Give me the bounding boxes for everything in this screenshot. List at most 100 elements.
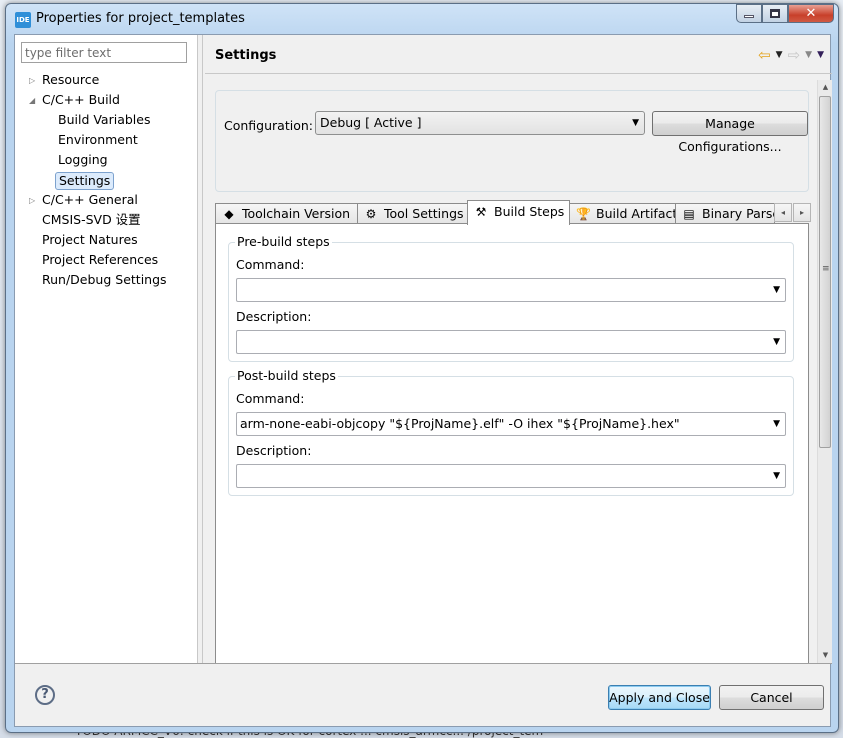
sidebar-item-label: Logging — [58, 152, 108, 167]
pre-build-description-input[interactable]: ▼ — [236, 330, 786, 354]
sidebar-item-cmsis-svd[interactable]: CMSIS-SVD 设置 — [15, 211, 198, 231]
pre-build-command-label: Command: — [236, 257, 305, 272]
title-bar[interactable]: IDE Properties for project_templates ✕ — [6, 4, 838, 34]
chevron-down-icon: ▼ — [632, 118, 639, 128]
tab-binary-parse[interactable]: ▤ Binary Parse — [675, 203, 775, 224]
post-build-description-input[interactable]: ▼ — [236, 464, 786, 488]
footer-separator — [15, 663, 832, 664]
tab-scroll-right-button[interactable]: ▸ — [793, 203, 811, 222]
sidebar-item-settings[interactable]: Settings — [15, 171, 198, 191]
sidebar-item-resource[interactable]: ▷ Resource — [15, 71, 198, 91]
post-build-title: Post-build steps — [235, 368, 338, 383]
dialog-client-area: ▷ Resource ◢ C/C++ Build Build Variables Envi… — [14, 34, 832, 727]
build-artifact-icon: 🏆 — [576, 207, 591, 221]
sidebar-item-project-natures[interactable]: Project Natures — [15, 231, 198, 251]
properties-dialog: IDE Properties for project_templates ✕ ▷… — [5, 3, 839, 733]
grip-icon: ≡ — [822, 264, 830, 274]
page-title: Settings — [215, 48, 277, 63]
sidebar-item-label: Environment — [58, 132, 138, 147]
view-menu-icon[interactable]: ▼ — [817, 50, 824, 60]
tab-build-artifact[interactable]: 🏆 Build Artifact — [569, 203, 676, 224]
maximize-icon — [770, 9, 780, 18]
sidebar-item-c-c-general[interactable]: ▷ C/C++ General — [15, 191, 198, 211]
tab-label: Tool Settings — [384, 206, 464, 221]
tab-build-steps[interactable]: ⚒ Build Steps — [467, 200, 570, 225]
sidebar-item-label: C/C++ General — [42, 192, 138, 207]
chevron-down-icon[interactable]: ▼ — [773, 465, 780, 487]
sidebar-item-label: Build Variables — [58, 112, 151, 127]
sidebar-item-environment[interactable]: Environment — [15, 131, 198, 151]
post-build-command-input[interactable]: arm-none-eabi-objcopy "${ProjName}.elf" … — [236, 412, 786, 436]
post-build-description-label: Description: — [236, 443, 312, 458]
pre-build-command-input[interactable]: ▼ — [236, 278, 786, 302]
close-button[interactable]: ✕ — [788, 4, 834, 23]
sidebar-item-label: Settings — [55, 172, 115, 190]
ide-app-icon: IDE — [15, 12, 31, 28]
vertical-scrollbar[interactable]: ▲ ≡ ▼ — [817, 80, 832, 663]
property-tree: ▷ Resource ◢ C/C++ Build Build Variables Envi… — [15, 71, 198, 291]
back-arrow-icon[interactable]: ⇦ — [758, 46, 771, 64]
title-separator — [205, 73, 832, 74]
help-icon[interactable]: ? — [35, 685, 55, 705]
minimize-icon — [744, 15, 754, 18]
tab-tool-settings[interactable]: ⚙ Tool Settings — [357, 203, 468, 224]
sidebar-item-logging[interactable]: Logging — [15, 151, 198, 171]
tab-label: Build Steps — [494, 204, 565, 219]
settings-content: Configuration: Debug [ Active ] ▼ Manage… — [205, 80, 814, 663]
settings-page: Settings ⇦ ▼ ⇨ ▼ ▼ Configuration: Debug … — [205, 35, 832, 663]
settings-tabs: ▤ Binary Parse 🏆 Build Artifact ⚒ Build Steps… — [215, 200, 811, 225]
chevron-down-icon[interactable]: ▼ — [773, 413, 780, 435]
minimize-button[interactable] — [736, 4, 762, 23]
close-icon: ✕ — [805, 6, 817, 21]
tree-expanded-icon[interactable]: ◢ — [29, 91, 35, 111]
build-steps-icon: ⚒ — [475, 205, 487, 219]
sidebar-item-label: Resource — [42, 72, 100, 87]
apply-and-close-button[interactable]: Apply and Close — [608, 685, 711, 710]
scroll-down-button[interactable]: ▼ — [818, 648, 833, 663]
forward-arrow-icon[interactable]: ⇨ — [788, 46, 801, 64]
tab-label: Build Artifact — [596, 206, 676, 221]
sidebar-item-label: CMSIS-SVD 设置 — [42, 212, 141, 227]
post-build-command-value: arm-none-eabi-objcopy "${ProjName}.elf" … — [240, 416, 680, 431]
sidebar-item-label: C/C++ Build — [42, 92, 120, 107]
tab-scroll-left-button[interactable]: ◂ — [774, 203, 792, 222]
sidebar: ▷ Resource ◢ C/C++ Build Build Variables Envi… — [15, 35, 198, 663]
sidebar-item-c-c-build[interactable]: ◢ C/C++ Build — [15, 91, 198, 111]
sidebar-item-label: Run/Debug Settings — [42, 272, 167, 287]
chip-icon: ◆ — [224, 207, 234, 221]
post-build-steps-group: Post-build steps Command: arm-none-eabi-… — [228, 368, 794, 496]
tool-settings-icon: ⚙ — [365, 207, 377, 221]
chevron-down-icon[interactable]: ▼ — [773, 331, 780, 353]
manage-configurations-button[interactable]: Manage Configurations... — [652, 111, 808, 154]
sidebar-item-project-references[interactable]: Project References — [15, 251, 198, 271]
cancel-button[interactable]: Cancel — [719, 685, 824, 710]
back-history-dropdown-icon[interactable]: ▼ — [776, 50, 783, 60]
tree-collapsed-icon[interactable]: ▷ — [29, 191, 35, 211]
sidebar-item-label: Project Natures — [42, 232, 138, 247]
binary-parser-icon: ▤ — [683, 207, 695, 221]
build-steps-panel: Pre-build steps Command: ▼ Description: … — [215, 223, 809, 663]
sidebar-item-label: Project References — [42, 252, 159, 267]
forward-history-dropdown-icon[interactable]: ▼ — [805, 50, 812, 60]
tab-label: Binary Parse — [702, 206, 775, 221]
pre-build-description-label: Description: — [236, 309, 312, 324]
sidebar-item-run-debug-settings[interactable]: Run/Debug Settings — [15, 271, 198, 291]
tab-label: Toolchain Version — [242, 206, 351, 221]
tree-collapsed-icon[interactable]: ▷ — [29, 71, 35, 91]
configuration-group: Configuration: Debug [ Active ] ▼ Manage… — [215, 90, 809, 192]
pre-build-title: Pre-build steps — [235, 234, 332, 249]
tab-toolchain-version[interactable]: ◆ Toolchain Version — [215, 203, 358, 224]
pre-build-steps-group: Pre-build steps Command: ▼ Description: … — [228, 234, 794, 362]
window-title: Properties for project_templates — [36, 11, 245, 26]
chevron-down-icon[interactable]: ▼ — [773, 279, 780, 301]
page-navigation: ⇦ ▼ ⇨ ▼ ▼ — [758, 46, 824, 64]
configuration-select[interactable]: Debug [ Active ] ▼ — [315, 111, 645, 135]
post-build-command-label: Command: — [236, 391, 305, 406]
scrollbar-thumb[interactable]: ≡ — [819, 96, 831, 448]
filter-input[interactable] — [21, 42, 187, 63]
pane-splitter[interactable] — [202, 35, 203, 663]
configuration-label: Configuration: — [224, 118, 313, 133]
sidebar-item-build-variables[interactable]: Build Variables — [15, 111, 198, 131]
scroll-up-button[interactable]: ▲ — [818, 80, 833, 95]
maximize-button[interactable] — [762, 4, 788, 23]
